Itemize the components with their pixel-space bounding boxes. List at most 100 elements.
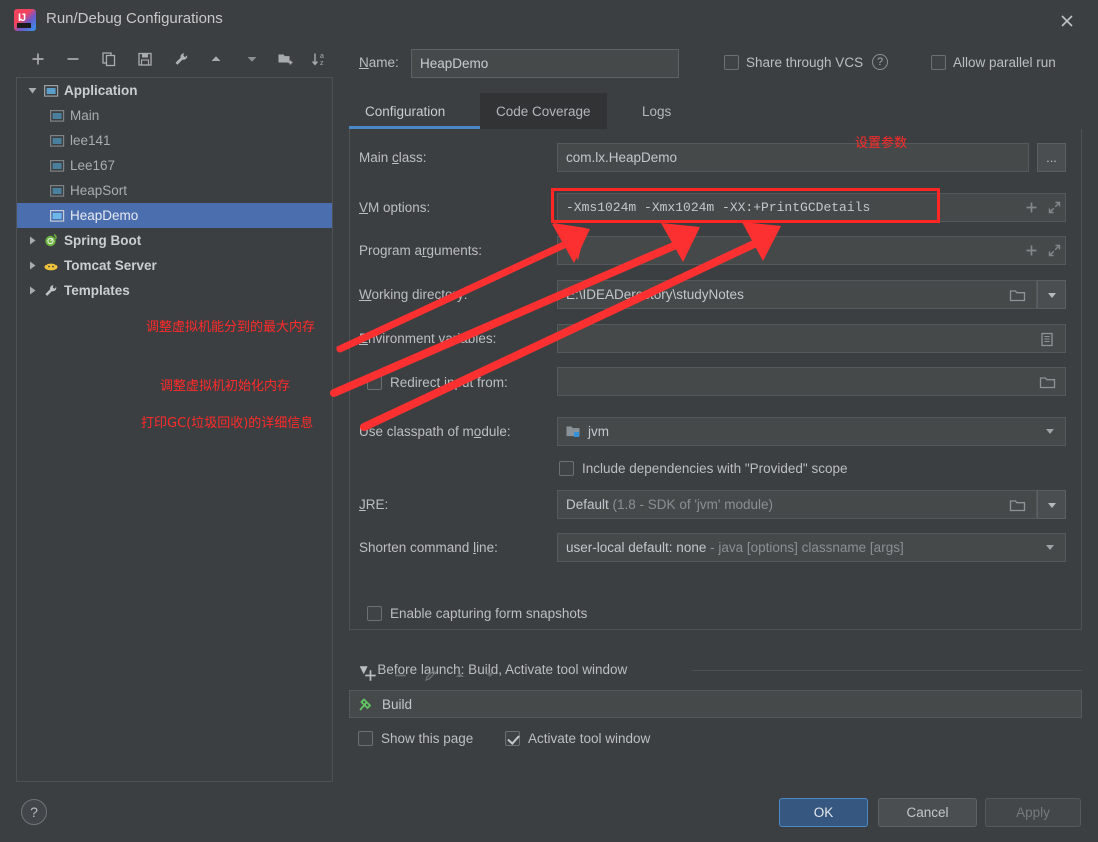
add-configuration-button[interactable] [26,44,50,74]
redirect-input-checkbox[interactable]: Redirect input from: [367,374,508,390]
close-icon[interactable] [1054,8,1080,34]
shorten-command-line-label: Shorten command line: [359,540,498,555]
jre-value-detail: (1.8 - SDK of 'jvm' module) [612,497,773,512]
new-folder-button[interactable] [274,44,298,74]
classpath-module-label: Use classpath of module: [359,424,511,439]
share-through-vcs-checkbox[interactable]: Share through VCS? [724,54,889,71]
expand-triangle-icon[interactable] [23,285,41,296]
tab-bar: Configuration Code Coverage Logs [349,93,1082,129]
tree-item-lee167[interactable]: Lee167 [17,153,332,178]
main-class-input[interactable]: com.lx.HeapDemo [557,143,1029,172]
vm-options-label: VM options: [359,200,431,215]
include-provided-scope-label: Include dependencies with "Provided" sco… [582,460,848,476]
tab-label: Logs [642,103,672,119]
wrench-icon [41,283,61,299]
shorten-command-line-select[interactable]: user-local default: none - java [options… [557,533,1066,562]
before-launch-task-label: Build [382,696,413,712]
tree-item-spring-boot[interactable]: Spring Boot [17,228,332,253]
annotation-gc-details: 打印GC(垃圾回收)的详细信息 [141,416,314,431]
spring-boot-icon [41,233,61,248]
vm-options-input[interactable]: -Xms1024m -Xmx1024m -XX:+PrintGCDetails [557,193,1066,222]
tree-item-heapdemo[interactable]: HeapDemo [17,203,332,228]
before-launch-move-down-button [475,661,505,689]
tab-label: Configuration [365,103,446,119]
classpath-module-select[interactable]: jvm [557,417,1066,446]
before-launch-edit-button [415,661,445,689]
ok-button[interactable]: OK [779,798,868,827]
annotation-max-memory: 调整虚拟机能分到的最大内存 [146,320,316,335]
tree-item-application[interactable]: Application [17,78,332,103]
tree-item-label: Main [70,108,100,123]
vm-options-expand-button[interactable] [1043,196,1065,218]
tree-item-tomcat-server[interactable]: Tomcat Server [17,253,332,278]
before-launch-add-button[interactable] [355,661,385,689]
cancel-button[interactable]: Cancel [878,798,977,827]
shorten-command-line-dropdown-icon[interactable] [1040,537,1060,557]
checkbox-box[interactable] [724,54,739,70]
application-icon [47,109,67,123]
redirect-input-browse-icon[interactable] [1036,371,1058,393]
name-input[interactable]: HeapDemo [411,49,679,78]
application-icon [47,184,67,198]
checkbox-box[interactable] [358,730,373,746]
copy-configuration-button[interactable] [97,44,121,74]
environment-variables-edit-icon[interactable] [1036,328,1058,350]
redirect-input-path-input[interactable] [557,367,1066,396]
vm-options-macro-button[interactable] [1020,196,1042,218]
tree-item-label: Application [64,83,138,98]
main-class-browse-button[interactable]: ... [1037,143,1066,172]
remove-configuration-button[interactable] [61,44,85,74]
question-mark-icon[interactable]: ? [872,54,889,71]
help-button[interactable]: ? [21,799,47,825]
checkbox-box[interactable] [931,54,946,70]
tree-item-main[interactable]: Main [17,103,332,128]
show-this-page-checkbox[interactable]: Show this page [358,730,473,746]
activate-tool-window-checkbox[interactable]: Activate tool window [505,730,650,746]
tree-item-heapsort[interactable]: HeapSort [17,178,332,203]
working-directory-dropdown-button[interactable] [1037,280,1066,309]
svg-text:z: z [320,60,324,67]
form-snapshots-checkbox[interactable]: Enable capturing form snapshots [367,605,587,621]
run-debug-configurations-dialog: IJ Run/Debug Configurations a z Applicat… [0,0,1098,842]
move-down-button[interactable] [240,44,264,74]
jre-select[interactable]: Default (1.8 - SDK of 'jvm' module) [557,490,1037,519]
save-configuration-button[interactable] [133,44,157,74]
tab-code-coverage[interactable]: Code Coverage [480,93,607,129]
classpath-module-dropdown-icon[interactable] [1040,421,1060,441]
environment-variables-label: Environment variables: [359,331,497,346]
tree-item-templates[interactable]: Templates [17,278,332,303]
expand-triangle-icon[interactable] [23,260,41,271]
working-directory-input[interactable]: E:\IDEADerectory\studyNotes [557,280,1037,309]
tab-logs[interactable]: Logs [626,93,687,129]
expand-triangle-icon[interactable] [23,235,41,246]
before-launch-task-row[interactable]: Build [349,690,1082,718]
sort-configurations-button[interactable]: a z [308,44,332,74]
program-arguments-macro-button[interactable] [1020,239,1042,261]
allow-parallel-run-checkbox[interactable]: Allow parallel run [931,54,1056,70]
form-snapshots-label: Enable capturing form snapshots [390,605,588,621]
tab-configuration[interactable]: Configuration [349,93,461,129]
checkbox-box[interactable] [367,605,382,621]
tree-item-label: Tomcat Server [64,258,157,273]
name-label: Name: [359,55,399,70]
wrench-icon[interactable] [169,44,193,74]
environment-variables-input[interactable] [557,324,1066,353]
collapse-triangle-icon[interactable] [23,85,41,96]
checkbox-box[interactable] [505,730,520,746]
tree-item-lee141[interactable]: lee141 [17,128,332,153]
before-launch-move-up-button [445,661,475,689]
working-directory-label: Working directory: [359,287,468,302]
move-up-button[interactable] [204,44,228,74]
tree-item-label: HeapSort [70,183,128,198]
checkbox-box[interactable] [367,374,382,390]
tomcat-icon [41,258,61,273]
build-hammer-icon [358,697,378,712]
program-arguments-input[interactable] [557,236,1066,265]
working-directory-browse-icon[interactable] [1006,284,1028,306]
checkbox-box[interactable] [559,460,574,476]
activate-tool-window-label: Activate tool window [528,730,651,746]
jre-browse-icon[interactable] [1006,494,1028,516]
program-arguments-expand-button[interactable] [1043,239,1065,261]
jre-dropdown-button[interactable] [1037,490,1066,519]
include-provided-scope-checkbox[interactable]: Include dependencies with "Provided" sco… [559,460,848,476]
